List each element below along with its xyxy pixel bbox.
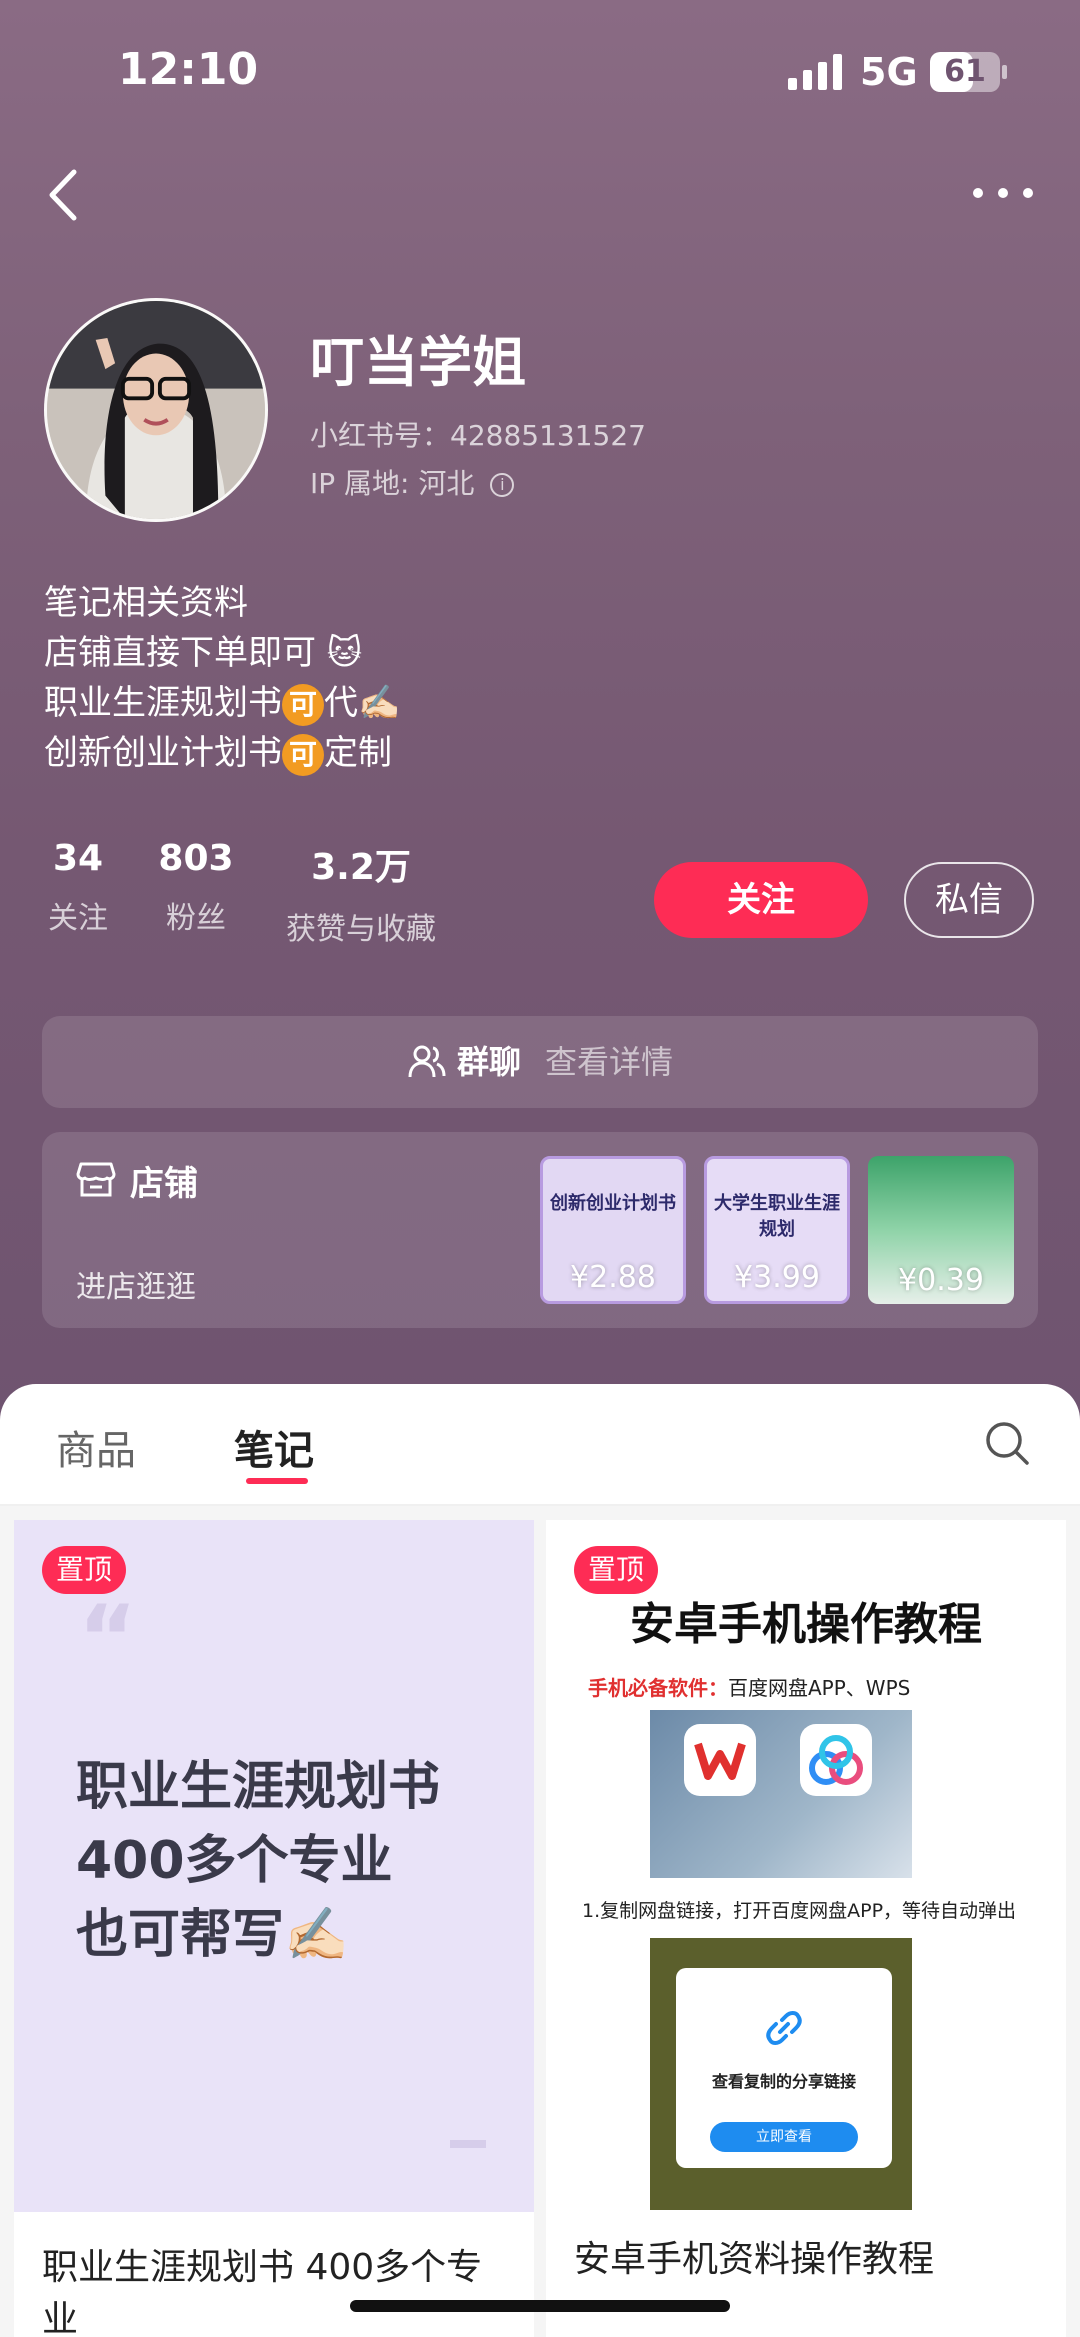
more-options-icon[interactable] (970, 180, 1036, 206)
status-time: 12:10 (118, 44, 259, 95)
note-title: 安卓手机资料操作教程 (574, 2239, 935, 2280)
stat-likes-collects[interactable]: 3.2万 获赞与收藏 (276, 838, 446, 948)
avatar[interactable] (44, 298, 268, 522)
tab-notes[interactable]: 笔记 (234, 1418, 314, 1476)
app-icons (684, 1724, 872, 1796)
stat-followers[interactable]: 803 粉丝 (156, 838, 236, 937)
shop-enter-link[interactable]: 进店逛逛 (76, 1262, 196, 1306)
red-id: 小红书号：42885131527 (310, 419, 646, 452)
link-icon (766, 2011, 802, 2045)
product-price: ¥0.39 (898, 1263, 984, 1298)
shop-icon (76, 1162, 116, 1197)
back-arrow-icon[interactable] (40, 160, 90, 230)
stat-value: 803 (158, 838, 234, 879)
stat-value: 3.2万 (311, 847, 411, 888)
cover-dash (450, 2140, 486, 2148)
shop-title: 店铺 (130, 1164, 198, 1204)
bio-line: 创新创业计划书可定制 (44, 728, 400, 778)
dialog-button: 立即查看 (710, 2122, 858, 2152)
cover-text-line: 职业生涯规划书 (76, 1757, 441, 1817)
bio-text: 创新创业计划书 (44, 733, 282, 773)
tab-active-indicator (246, 1478, 308, 1484)
product-title: 创新创业计划书 (550, 1193, 676, 1214)
product-thumb[interactable]: ¥0.39 (868, 1156, 1014, 1304)
network-type: 5G (860, 50, 918, 94)
cover-text-line: 400多个专业 (76, 1831, 393, 1891)
pin-badge: 置顶 (42, 1546, 127, 1594)
bio-text: 定制 (324, 733, 392, 773)
info-icon[interactable]: i (490, 473, 515, 497)
product-thumb[interactable]: 大学生职业生涯规划 ¥3.99 (704, 1156, 850, 1304)
group-chat-bar[interactable]: 群聊 查看详情 (42, 1016, 1038, 1108)
stat-label: 获赞与收藏 (286, 912, 436, 947)
status-bar: 12:10 5G 61 (0, 0, 1080, 140)
cover-screenshot-dialog: 查看复制的分享链接 立即查看 (650, 1938, 912, 2210)
shop-card[interactable]: 店铺 进店逛逛 创新创业计划书 ¥2.88 大学生职业生涯规划 ¥3.99 ¥0… (42, 1132, 1038, 1328)
quote-mark-icon: “ (78, 1586, 138, 1691)
product-price: ¥2.88 (570, 1260, 656, 1295)
message-button[interactable]: 私信 (904, 862, 1034, 938)
cover-step: 1.复制网盘链接，打开百度网盘APP，等待自动弹出 (582, 1900, 1017, 1922)
stat-label: 粉丝 (166, 901, 226, 936)
home-indicator (350, 2300, 730, 2312)
stat-following[interactable]: 34 关注 (44, 838, 112, 937)
bio-line: 店铺直接下单即可 🐱 (44, 633, 363, 673)
cover-subtitle: 手机必备软件：百度网盘APP、WPS (588, 1672, 910, 1701)
note-card[interactable]: “ 职业生涯规划书 400多个专业 也可帮写✍🏻 置顶 职业生涯规划书 400多… (14, 1520, 534, 2337)
bio-text: 代✍🏻 (324, 683, 401, 723)
group-chat-detail: 查看详情 (545, 1043, 674, 1081)
search-icon[interactable] (984, 1420, 1030, 1466)
bio-line: 笔记相关资料 (44, 583, 248, 623)
bio-text: 职业生涯规划书 (44, 683, 282, 723)
tab-goods[interactable]: 商品 (56, 1418, 136, 1476)
note-cover: “ 职业生涯规划书 400多个专业 也可帮写✍🏻 (14, 1520, 534, 2212)
note-title: 职业生涯规划书 400多个专业 (42, 2247, 483, 2337)
ip-location: IP 属地: 河北 i (310, 462, 515, 502)
note-cover: 安卓手机操作教程 手机必备软件：百度网盘APP、WPS 1.复制网盘链接，打开百… (546, 1520, 1066, 2212)
stat-label: 关注 (48, 901, 108, 936)
people-icon (408, 1045, 446, 1078)
cover-subtitle-text: 百度网盘APP、WPS (728, 1676, 911, 1700)
signal-icon (788, 54, 842, 90)
ip-location-text: IP 属地: 河北 (310, 467, 475, 500)
stat-value: 34 (52, 838, 104, 879)
bio-line: 职业生涯规划书可代✍🏻 (44, 678, 400, 728)
product-title: 大学生职业生涯规划 (714, 1193, 840, 1240)
cover-text-line: 也可帮写✍🏻 (76, 1905, 349, 1965)
bio: 笔记相关资料 店铺直接下单即可 🐱 职业生涯规划书可代✍🏻 创新创业计划书可定制 (44, 578, 400, 778)
ke-badge: 可 (282, 683, 324, 726)
cover-subtitle-bold: 手机必备软件： (588, 1676, 728, 1700)
product-thumb[interactable]: 创新创业计划书 ¥2.88 (540, 1156, 686, 1304)
dialog-preview: 查看复制的分享链接 立即查看 (676, 1968, 892, 2168)
follow-button[interactable]: 关注 (654, 862, 868, 938)
ke-badge: 可 (282, 733, 324, 776)
cover-screenshot-apps (650, 1710, 912, 1878)
dialog-title: 查看复制的分享链接 (711, 2072, 856, 2091)
group-chat-title: 群聊 (456, 1043, 521, 1081)
nickname: 叮当学姐 (310, 331, 526, 394)
cover-title: 安卓手机操作教程 (630, 1599, 982, 1650)
battery-icon: 61 (930, 52, 1008, 92)
pin-badge: 置顶 (574, 1546, 659, 1594)
product-price: ¥3.99 (734, 1260, 820, 1295)
note-card[interactable]: 安卓手机操作教程 手机必备软件：百度网盘APP、WPS 1.复制网盘链接，打开百… (546, 1520, 1066, 2337)
cover-text: 职业生涯规划书 400多个专业 也可帮写✍🏻 (76, 1750, 440, 1972)
battery-level: 61 (944, 54, 986, 89)
